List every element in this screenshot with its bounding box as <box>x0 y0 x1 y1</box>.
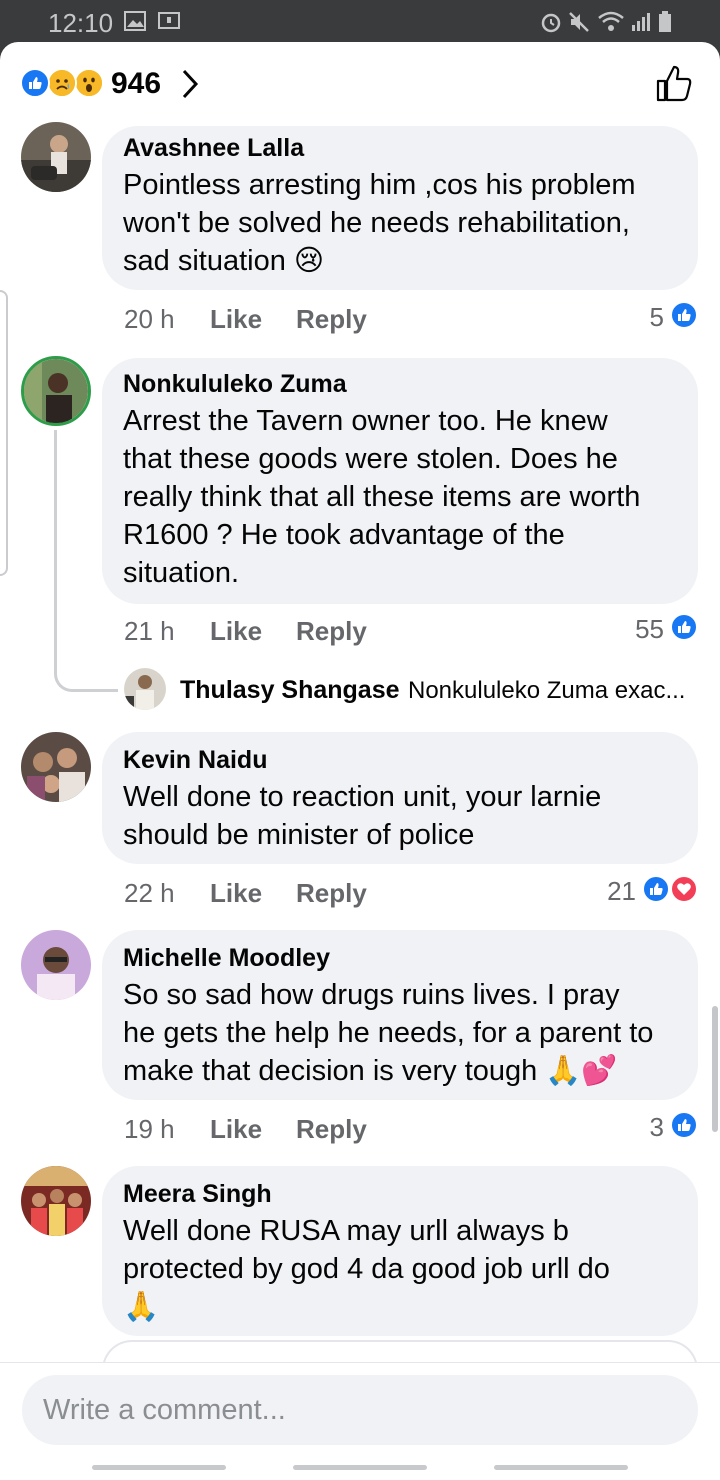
reply-text: Nonkululeko Zuma exac... <box>408 677 686 704</box>
wow-icon <box>74 68 104 98</box>
like-icon <box>670 1111 698 1139</box>
reply-preview[interactable]: Thulasy Shangase Nonkululeko Zuma exac..… <box>124 668 704 712</box>
like-icon[interactable] <box>654 64 694 109</box>
reply-button[interactable]: Reply <box>296 1114 367 1145</box>
comment-bubble[interactable]: Meera Singh Well done RUSA may urll alwa… <box>102 1166 698 1336</box>
like-icon <box>670 301 698 329</box>
comment-text: Well done RUSA may urll always b protect… <box>123 1215 610 1323</box>
status-bar: 12:10 <box>0 0 720 44</box>
comment-input[interactable]: Write a comment... <box>22 1375 698 1445</box>
like-icon <box>642 875 670 903</box>
like-icon <box>670 613 698 641</box>
mute-icon <box>568 11 590 32</box>
status-time: 12:10 <box>48 8 114 38</box>
comment-composer-bar: Write a comment... <box>0 1362 720 1480</box>
comment-author[interactable]: Michelle Moodley <box>123 944 330 973</box>
comment-author[interactable]: Meera Singh <box>123 1180 272 1209</box>
nav-indicator <box>92 1465 226 1470</box>
avatar[interactable] <box>21 732 91 802</box>
comments-sheet: 946 Avashnee Lalla Pointless arresting h… <box>0 42 720 1480</box>
comment-text: Pointless arresting him ,cos his problem… <box>123 169 636 277</box>
avatar[interactable] <box>21 1166 91 1236</box>
comment-text: Arrest the Tavern owner too. He knew tha… <box>123 405 641 589</box>
nav-indicator <box>293 1465 427 1470</box>
comment-time: 22 h <box>124 878 175 908</box>
reaction-count[interactable]: 55 <box>620 614 664 645</box>
reply-button[interactable]: Reply <box>296 616 367 647</box>
comment-bubble[interactable]: Michelle Moodley So so sad how drugs rui… <box>102 930 698 1100</box>
like-button[interactable]: Like <box>210 304 262 335</box>
signal-icon <box>630 11 652 31</box>
reply-button[interactable]: Reply <box>296 304 367 335</box>
screen-icon <box>158 11 180 31</box>
comment-author[interactable]: Avashnee Lalla <box>123 134 304 163</box>
reaction-count[interactable]: 3 <box>620 1112 664 1143</box>
like-button[interactable]: Like <box>210 616 262 647</box>
sad-icon <box>47 68 77 98</box>
reaction-count[interactable]: 5 <box>620 302 664 333</box>
comment-bubble[interactable]: Nonkululeko Zuma Arrest the Tavern owner… <box>102 358 698 604</box>
comment-bubble[interactable]: Avashnee Lalla Pointless arresting him ,… <box>102 126 698 290</box>
scrollbar[interactable] <box>712 1006 718 1132</box>
reactions-header[interactable]: 946 <box>0 42 720 126</box>
comment-time: 20 h <box>124 304 175 334</box>
comment-author[interactable]: Kevin Naidu <box>123 746 267 775</box>
reply-author[interactable]: Thulasy Shangase <box>180 676 400 705</box>
reaction-count: 946 <box>111 67 162 100</box>
comment-text: Well done to reaction unit, your larnie … <box>123 781 602 851</box>
battery-icon <box>658 11 672 32</box>
comment-time: 21 h <box>124 616 175 646</box>
chevron-right-icon[interactable] <box>180 68 200 105</box>
reply-button[interactable]: Reply <box>296 878 367 909</box>
side-handle[interactable] <box>0 290 8 576</box>
like-icon <box>20 68 50 98</box>
comment-author[interactable]: Nonkululeko Zuma <box>123 370 347 399</box>
reaction-icons <box>20 68 108 100</box>
comment-text: So so sad how drugs ruins lives. I pray … <box>123 979 654 1087</box>
love-icon <box>670 875 698 903</box>
gallery-icon <box>124 11 146 31</box>
nav-indicator <box>494 1465 628 1470</box>
comment-time: 19 h <box>124 1114 175 1144</box>
avatar[interactable] <box>21 356 91 426</box>
alarm-icon <box>540 11 562 33</box>
wifi-icon <box>598 11 624 31</box>
comment-bubble[interactable]: Kevin Naidu Well done to reaction unit, … <box>102 732 698 864</box>
avatar[interactable] <box>21 930 91 1000</box>
avatar[interactable] <box>21 122 91 192</box>
avatar[interactable] <box>124 668 166 710</box>
reaction-count[interactable]: 21 <box>592 876 636 907</box>
like-button[interactable]: Like <box>210 1114 262 1145</box>
like-button[interactable]: Like <box>210 878 262 909</box>
